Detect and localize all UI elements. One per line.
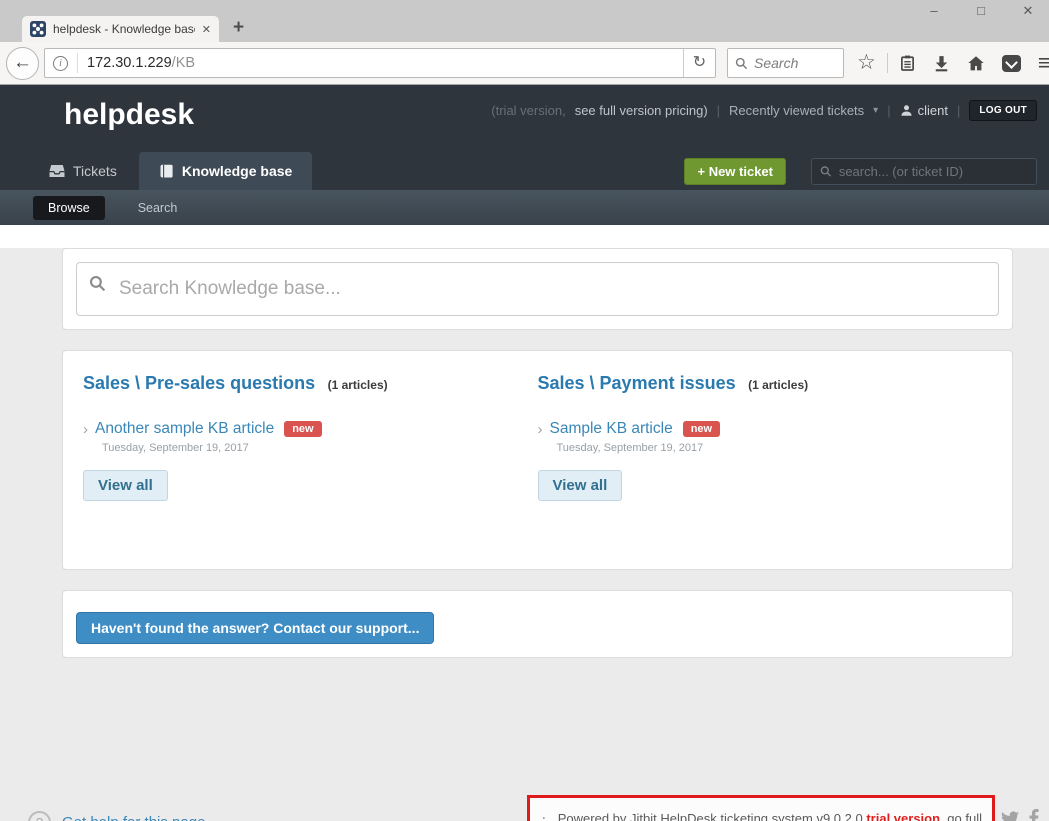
tab-title: helpdesk - Knowledge base [53,22,195,36]
new-badge: new [284,421,321,437]
period: . [940,811,944,821]
kb-categories-card: Sales \ Pre-sales questions (1 articles)… [62,350,1013,570]
subnav-search[interactable]: Search [138,201,178,215]
kb-article-link[interactable]: Sample KB article [550,420,673,438]
url-host: 172.30.1.229 [87,55,172,71]
facebook-icon[interactable] [1029,809,1039,821]
kb-subnav: Browse Search [0,190,1049,225]
tab-knowledge-base[interactable]: Knowledge base [139,152,312,190]
version-label: v9.0.2.0 [816,811,862,821]
search-icon [735,57,748,70]
ticket-search-input[interactable] [839,164,1028,179]
helpdesk-system-link[interactable]: HelpDesk ticketing system [660,811,812,821]
new-ticket-button[interactable]: + New ticket [684,158,786,185]
jitbit-favicon-icon [30,21,46,37]
meta-separator: | [717,103,720,118]
tab-knowledge-base-label: Knowledge base [182,163,292,179]
app-header: helpdesk (trial version, see full versio… [0,85,1049,190]
kb-article-row: › Sample KB article new [538,420,993,438]
ticket-search-bar[interactable] [811,158,1037,185]
chevron-down-icon: ▾ [873,105,878,116]
trial-pricing-link[interactable]: see full version pricing) [575,103,708,118]
contact-support-card: Haven't found the answer? Contact our su… [62,590,1013,658]
chevron-right-icon: › [538,421,543,438]
category-presales: Sales \ Pre-sales questions (1 articles)… [83,373,538,547]
window-maximize-button[interactable]: □ [974,3,988,19]
go-full-link[interactable]: go full [947,811,982,821]
user-label: client [918,103,948,118]
twitter-icon[interactable] [1001,811,1019,821]
window-minimize-button[interactable]: – [927,3,941,19]
bookmarks-clipboard-icon[interactable] [899,54,916,72]
new-tab-button[interactable]: + [233,17,244,39]
bookmark-star-icon[interactable]: ☆ [857,53,876,73]
tickets-inbox-icon [49,164,65,178]
jitbit-logo-icon [543,804,545,821]
hamburger-menu-icon[interactable]: ≡ [1038,50,1049,76]
kb-article-date: Tuesday, September 19, 2017 [102,442,538,454]
chevron-right-icon: › [83,421,88,438]
tab-tickets-label: Tickets [73,163,117,179]
kb-article-date: Tuesday, September 19, 2017 [557,442,993,454]
url-path: /KB [172,55,195,71]
kb-search-input[interactable] [76,262,999,316]
category-article-count: (1 articles) [748,378,808,392]
page-content: Sales \ Pre-sales questions (1 articles)… [0,248,1049,821]
powered-by-highlight-box: Powered by Jitbit HelpDesk ticketing sys… [527,795,995,821]
url-separator [77,53,78,73]
get-help-link[interactable]: Get help for this page [62,814,205,821]
reload-button[interactable]: ↻ [683,49,715,77]
back-button[interactable]: ← [6,47,39,80]
browser-search-bar[interactable] [727,48,844,78]
url-bar[interactable]: i 172.30.1.229 /KB ↻ [44,48,716,78]
new-badge: new [683,421,720,437]
tab-tickets[interactable]: Tickets [33,152,133,190]
view-all-button[interactable]: View all [538,470,623,501]
kb-article-link[interactable]: Another sample KB article [95,420,274,438]
view-all-button[interactable]: View all [83,470,168,501]
browser-titlebar: helpdesk - Knowledge base ✕ + – □ ✕ [0,0,1049,42]
site-info-icon[interactable]: i [53,56,68,71]
tab-close-icon[interactable]: ✕ [202,23,211,36]
window-close-button[interactable]: ✕ [1021,3,1035,19]
category-article-count: (1 articles) [328,378,388,392]
category-payment: Sales \ Payment issues (1 articles) › Sa… [538,373,993,547]
meta-separator: | [887,103,890,118]
search-icon [820,165,832,178]
logout-button[interactable]: LOG OUT [969,100,1037,121]
kb-article-row: › Another sample KB article new [83,420,538,438]
recently-viewed-dropdown[interactable]: Recently viewed tickets [729,103,864,118]
category-title[interactable]: Sales \ Payment issues [538,373,736,393]
toolbar-separator [887,53,888,73]
browser-navbar: ← i 172.30.1.229 /KB ↻ ☆ ≡ [0,42,1049,85]
user-icon [900,104,913,117]
home-icon[interactable] [967,55,985,72]
download-icon[interactable] [933,55,950,72]
contact-support-button[interactable]: Haven't found the answer? Contact our su… [76,612,434,644]
powered-prefix: Powered by Jitbit [558,811,657,821]
browser-tab[interactable]: helpdesk - Knowledge base ✕ [22,16,219,42]
meta-separator: | [957,103,960,118]
user-menu[interactable]: client [900,103,948,118]
trial-note: (trial version, [491,103,565,118]
kb-search-card [62,248,1013,330]
pocket-icon[interactable] [1002,55,1021,72]
book-icon [159,164,174,179]
browser-search-input[interactable] [754,55,830,71]
help-question-icon[interactable]: ? [28,811,51,821]
category-title[interactable]: Sales \ Pre-sales questions [83,373,315,393]
powered-by-text: Powered by Jitbit HelpDesk ticketing sys… [558,811,982,821]
subnav-browse[interactable]: Browse [33,196,105,220]
trial-version-label: trial version [866,811,940,821]
search-icon [89,275,106,292]
app-logo[interactable]: helpdesk [64,98,194,132]
